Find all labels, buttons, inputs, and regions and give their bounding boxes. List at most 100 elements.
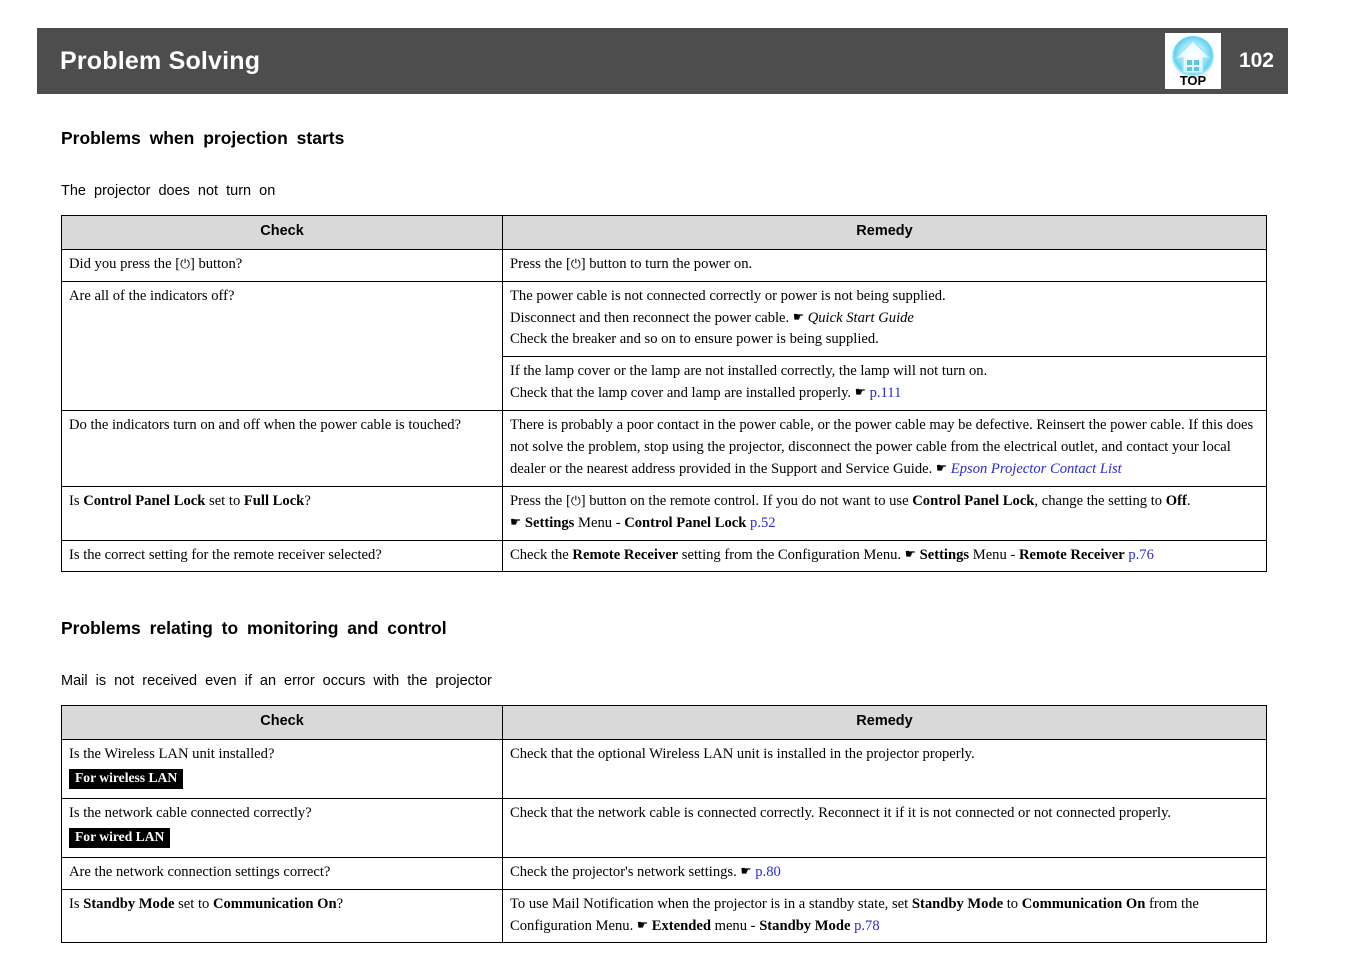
cell-line: Did you press the [⏻] button? [69, 254, 495, 276]
pointing-hand-icon: ☛ [636, 916, 649, 932]
text-run: Communication On [1021, 895, 1146, 912]
table-row: Did you press the [⏻] button? Press the [… [61, 248, 1267, 282]
text-run: Control Panel Lock [624, 514, 747, 531]
table-row: Do the indicators turn on and off when t… [61, 410, 1267, 487]
remedy-cell: To use Mail Notification when the projec… [502, 888, 1267, 944]
text-run: ? [304, 492, 311, 509]
cell-line: Is Control Panel Lock set to Full Lock? [69, 491, 495, 513]
cell-line: Is Standby Mode set to Communication On? [69, 894, 495, 916]
troubleshooting-table: Check Remedy Did you press the [⏻] button?… [61, 215, 1267, 573]
pointing-hand-icon: ☛ [510, 513, 522, 529]
cell-line: Press the [⏻] button to turn the power o… [510, 254, 1259, 276]
cell-line: Check the projector's network settings. … [510, 862, 1259, 884]
check-cell: Are the network connection settings corr… [61, 856, 503, 890]
text-run: ] button? [189, 255, 243, 272]
text-run: Check the breaker and so on to ensure po… [510, 331, 879, 348]
column-header-remedy: Remedy [502, 215, 1267, 250]
text-run: Communication On [212, 895, 337, 912]
power-symbol-icon: ⏻ [570, 255, 581, 271]
cross-reference-link[interactable]: p.111 [870, 385, 902, 401]
check-cell: Is the Wireless LAN unit installed? For w… [61, 739, 503, 799]
table-header-row: Check Remedy [61, 705, 1267, 741]
check-cell: Are all of the indicators off? [61, 280, 503, 412]
text-run: Do the indicators turn on and off when t… [69, 417, 462, 434]
top-home-icon[interactable]: TOP [1164, 33, 1221, 89]
table-header-row: Check Remedy [61, 215, 1267, 250]
remedy-cell: The power cable is not connected correct… [502, 280, 1267, 358]
text-run: ] button to turn the power on. [580, 255, 753, 272]
doc-section: Problems relating to monitoring and cont… [0, 618, 1350, 944]
cell-line: Is the Wireless LAN unit installed? [69, 744, 495, 766]
text-run: Check the projector's network settings. [510, 863, 741, 880]
text-run: Disconnect and then reconnect the power … [510, 309, 793, 326]
remedy-cell: Press the [⏻] button to turn the power o… [502, 248, 1267, 282]
cell-line: Press the [⏻] button on the remote contr… [510, 491, 1259, 513]
text-run: Remote Receiver [1018, 546, 1125, 563]
table-row: Is Control Panel Lock set to Full Lock? P… [61, 485, 1267, 541]
section-heading: Problems when projection starts [61, 128, 345, 148]
remedy-cell: Press the [⏻] button on the remote contr… [502, 485, 1267, 541]
check-cell: Is Control Panel Lock set to Full Lock? [61, 485, 503, 541]
cell-line: Check that the lamp cover and lamp are i… [510, 383, 1259, 405]
cell-line: Are the network connection settings corr… [69, 862, 495, 884]
column-header-check: Check [61, 705, 503, 741]
power-symbol-icon: ⏻ [570, 492, 581, 508]
text-run: Is the correct setting for the remote re… [69, 546, 382, 563]
pointing-hand-icon: ☛ [904, 545, 916, 561]
troubleshooting-table: Check Remedy Is the Wireless LAN unit inst… [61, 705, 1267, 944]
text-run: Settings [919, 546, 970, 563]
remedy-cell: There is probably a poor contact in the … [502, 410, 1267, 487]
top-icon-label: TOP [1179, 73, 1207, 88]
sub-heading: Mail is not received even if an error oc… [61, 673, 492, 690]
text-run: , change the setting to [1034, 492, 1166, 509]
pointing-hand-icon: ☛ [792, 308, 805, 324]
cross-reference-link[interactable]: p.52 [750, 515, 776, 531]
check-cell: Is Standby Mode set to Communication On? [61, 888, 503, 944]
text-run: . [1186, 492, 1191, 509]
text-run: setting from the Configuration Menu. [678, 546, 905, 563]
text-run: Remote Receiver [572, 546, 679, 563]
text-run: Did you press the [ [69, 255, 181, 272]
table-row: Is Standby Mode set to Communication On?… [61, 888, 1267, 944]
cell-line: The power cable is not connected correct… [510, 286, 1259, 308]
cell-line: Is the network cable connected correctly… [69, 803, 495, 825]
cross-reference-link[interactable]: p.76 [1128, 547, 1154, 563]
text-run: Is [69, 492, 84, 509]
cross-reference-link[interactable]: p.78 [854, 918, 880, 934]
text-run: to [1003, 895, 1022, 912]
text-run: Check that the lamp cover and lamp are i… [510, 385, 855, 402]
pointing-hand-icon: ☛ [740, 862, 752, 878]
text-run: Are the network connection settings corr… [69, 863, 331, 880]
sections-container: Problems when projection starts The proje… [0, 128, 1350, 944]
page-number: 102 [1238, 49, 1274, 72]
cell-line: Check that the network cable is connecte… [510, 803, 1259, 825]
cross-reference-link[interactable]: p.80 [755, 864, 781, 880]
lan-type-badge: For wired LAN [69, 827, 171, 848]
table-row: Is the network cable connected correctly… [61, 797, 1267, 858]
cell-line: Do the indicators turn on and off when t… [69, 415, 495, 437]
remedy-cell: If the lamp cover or the lamp are not in… [502, 356, 1267, 412]
text-run: Standby Mode [759, 917, 851, 934]
text-run: set to [174, 895, 213, 912]
text-run: Quick Start Guide [807, 309, 914, 326]
text-run: Settings [524, 514, 575, 531]
cell-line: Is the correct setting for the remote re… [69, 545, 495, 567]
text-run: The power cable is not connected correct… [510, 287, 946, 304]
cell-line: Check the Remote Receiver setting from t… [510, 545, 1259, 567]
page-header-bar: Problem Solving TOP 102 [37, 28, 1288, 94]
text-run: Menu - [969, 546, 1019, 563]
text-run: menu - [710, 917, 760, 934]
text-run: set to [205, 492, 244, 509]
cell-line: Disconnect and then reconnect the power … [510, 308, 1259, 330]
text-run: Standby Mode [83, 895, 175, 912]
lan-type-badge: For wireless LAN [69, 769, 184, 790]
remedy-cell: Check that the optional Wireless LAN uni… [502, 739, 1267, 799]
text-run: Is the Wireless LAN unit installed? [69, 746, 275, 763]
column-header-check: Check [61, 215, 503, 250]
cross-reference-link[interactable]: Epson Projector Contact List [951, 461, 1122, 477]
text-run: ] button on the remote control. If you d… [580, 492, 913, 509]
section-heading: Problems relating to monitoring and cont… [61, 618, 447, 639]
cell-line: ☛ Settings Menu - Control Panel Lock p.5… [510, 513, 1259, 535]
text-run: Check that the optional Wireless LAN uni… [510, 746, 975, 763]
cell-line: To use Mail Notification when the projec… [510, 894, 1259, 938]
